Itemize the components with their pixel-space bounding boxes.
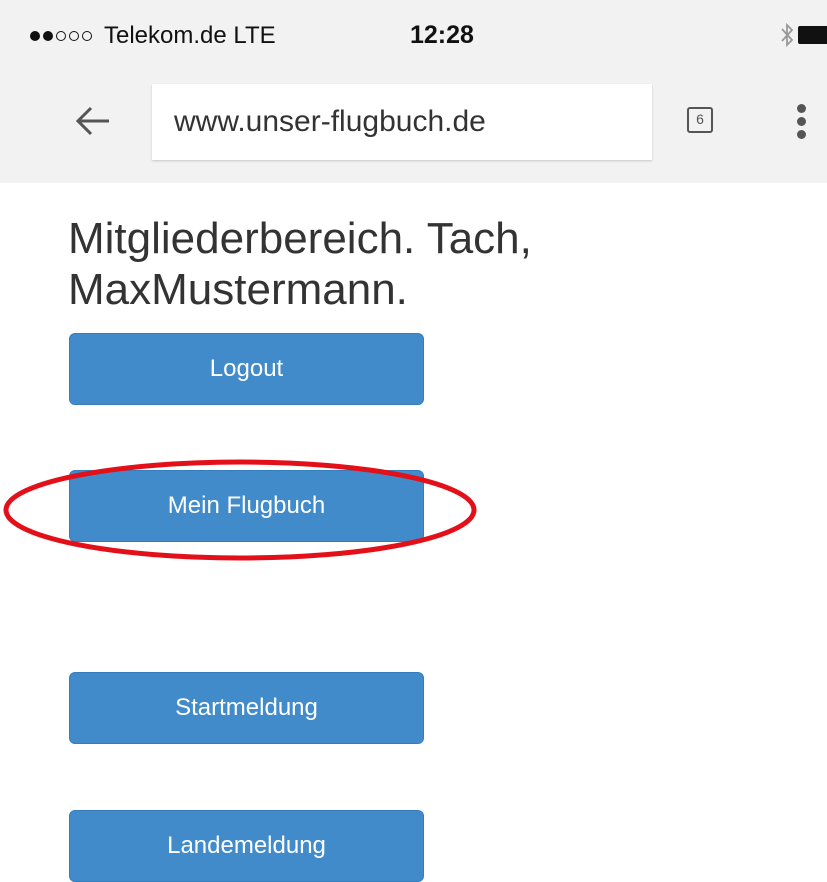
- landemeldung-button[interactable]: Landemeldung: [69, 810, 424, 882]
- browser-chrome: Telekom.de LTE 12:28 www.unser-flugbuch.…: [0, 0, 827, 183]
- back-arrow-icon[interactable]: [74, 103, 112, 139]
- page-title: Mitgliederbereich. Tach, MaxMustermann.: [68, 214, 532, 314]
- logout-button[interactable]: Logout: [69, 333, 424, 405]
- status-bar: Telekom.de LTE 12:28: [0, 0, 827, 74]
- url-text: www.unser-flugbuch.de: [174, 105, 486, 138]
- bluetooth-icon: [781, 22, 794, 48]
- battery-icon: [798, 26, 827, 44]
- mein-flugbuch-button[interactable]: Mein Flugbuch: [69, 470, 424, 542]
- tabs-icon[interactable]: 6: [687, 107, 713, 133]
- status-time: 12:28: [410, 21, 474, 49]
- startmeldung-button[interactable]: Startmeldung: [69, 672, 424, 744]
- overflow-menu-icon[interactable]: [792, 103, 812, 139]
- signal-strength-icon: [30, 31, 92, 43]
- url-field[interactable]: www.unser-flugbuch.de: [152, 84, 652, 160]
- carrier-label: Telekom.de LTE: [104, 22, 276, 49]
